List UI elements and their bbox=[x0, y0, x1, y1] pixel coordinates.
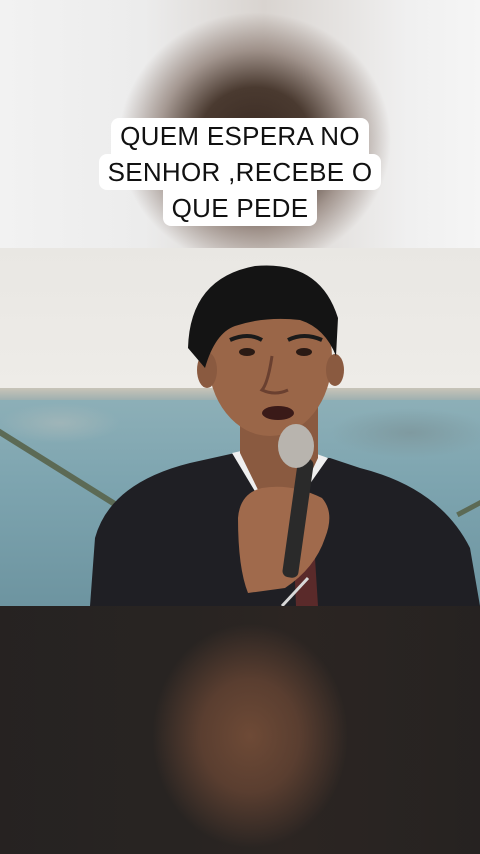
mouth bbox=[262, 406, 294, 420]
eye-right bbox=[296, 348, 312, 356]
caption-line-1: QUEM ESPERA NO bbox=[111, 118, 369, 154]
video-screen[interactable]: QUEM ESPERA NO SENHOR ,RECEBE O QUE PEDE bbox=[0, 0, 480, 854]
caption-overlay: QUEM ESPERA NO SENHOR ,RECEBE O QUE PEDE bbox=[0, 118, 480, 226]
eye-left bbox=[239, 348, 255, 356]
blurred-background-bottom bbox=[0, 606, 480, 854]
caption-line-3: QUE PEDE bbox=[162, 190, 318, 226]
video-frame[interactable] bbox=[0, 248, 480, 606]
microphone-head bbox=[278, 424, 314, 468]
singer-figure bbox=[90, 265, 480, 606]
caption-line-2: SENHOR ,RECEBE O bbox=[98, 154, 382, 190]
ear-right bbox=[326, 354, 344, 386]
